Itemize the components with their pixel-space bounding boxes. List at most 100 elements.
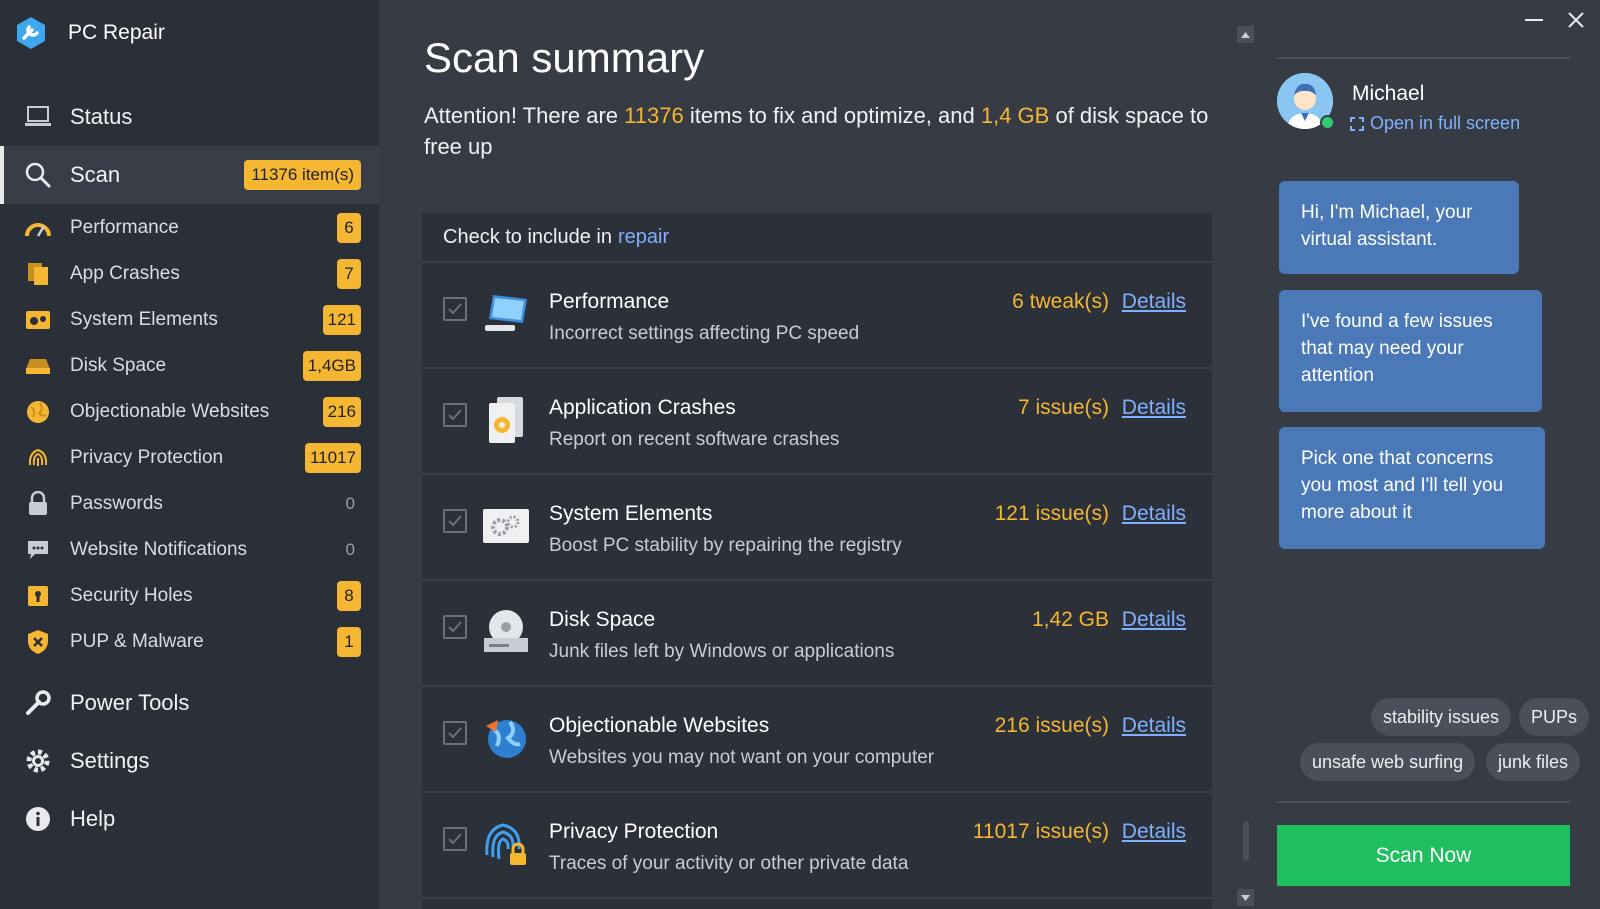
scan-results-panel: Check to include in repair Performance I…	[422, 213, 1212, 909]
nav-status-label: Status	[70, 104, 133, 129]
sidebar: PC Repair Status Scan 11376 item(s) Perf…	[0, 0, 379, 909]
scroll-up-button[interactable]	[1237, 26, 1254, 43]
divider	[1277, 57, 1570, 59]
assistant-name: Michael	[1352, 82, 1425, 105]
gears-icon	[24, 306, 52, 334]
details-link[interactable]: Details	[1122, 502, 1186, 526]
attention-text: Attention! There are 11376 items to fix …	[424, 100, 1214, 162]
sidebar-item-label: Passwords	[70, 493, 163, 514]
sidebar-item-website-notifications[interactable]: Website Notifications 0	[0, 527, 379, 573]
nav-scan-label: Scan	[70, 162, 121, 187]
row-subtitle: Boost PC stability by repairing the regi…	[549, 535, 902, 556]
divider	[1277, 801, 1570, 803]
row-count: 1,42 GB	[1031, 608, 1109, 631]
details-link[interactable]: Details	[1122, 714, 1186, 738]
monitor-icon	[479, 287, 533, 341]
include-checkbox[interactable]	[443, 721, 467, 745]
details-link[interactable]: Details	[1122, 608, 1186, 632]
chip-pups[interactable]: PUPs	[1519, 698, 1590, 736]
open-full-screen-link[interactable]: Open in full screen	[1350, 113, 1520, 134]
fingerprint-lock-icon	[479, 817, 533, 871]
app-crash-icon	[479, 393, 533, 447]
sidebar-item-objectionable-websites[interactable]: Objectionable Websites 216	[0, 389, 379, 435]
sidebar-item-privacy-protection[interactable]: Privacy Protection 11017	[0, 435, 379, 481]
row-count: 121 issue(s)	[994, 502, 1109, 525]
include-checkbox[interactable]	[443, 615, 467, 639]
sidebar-item-badge: 8	[337, 581, 361, 611]
chat-message: Hi, I'm Michael, your virtual assistant.	[1279, 181, 1519, 274]
sidebar-item-performance[interactable]: Performance 6	[0, 205, 379, 251]
sidebar-item-passwords[interactable]: Passwords 0	[0, 481, 379, 527]
sidebar-item-label: Performance	[70, 217, 179, 238]
result-row-objectionable-websites: Objectionable Websites Websites you may …	[422, 687, 1212, 793]
chip-unsafe-web-surfing[interactable]: unsafe web surfing	[1300, 743, 1476, 781]
attention-disk-space: 1,4 GB	[980, 103, 1050, 128]
sidebar-item-count: 0	[345, 540, 355, 559]
nav-help[interactable]: Help	[0, 790, 379, 848]
online-status-dot	[1320, 115, 1335, 130]
scan-count-badge: 11376 item(s)	[244, 160, 361, 190]
security-hole-icon	[24, 582, 52, 610]
globe-icon	[479, 711, 533, 765]
close-button[interactable]	[1564, 8, 1588, 32]
page-title: Scan summary	[424, 34, 705, 81]
wrench-icon	[24, 689, 52, 717]
nav-power-tools[interactable]: Power Tools	[0, 674, 379, 732]
sidebar-item-label: Security Holes	[70, 585, 193, 606]
lock-icon	[24, 490, 52, 518]
sidebar-item-security-holes[interactable]: Security Holes 8	[0, 573, 379, 619]
sidebar-item-app-crashes[interactable]: App Crashes 7	[0, 251, 379, 297]
chat-bubble-icon	[24, 536, 52, 564]
gear-icon	[24, 747, 52, 775]
scan-now-button[interactable]: Scan Now	[1277, 825, 1570, 886]
details-link[interactable]: Details	[1122, 820, 1186, 844]
sidebar-item-badge: 11017	[304, 443, 361, 473]
include-checkbox[interactable]	[443, 509, 467, 533]
sidebar-item-label: PUP & Malware	[70, 631, 204, 652]
include-checkbox[interactable]	[443, 297, 467, 321]
globe-icon	[24, 398, 52, 426]
nav-status[interactable]: Status	[0, 88, 379, 146]
nav-settings-label: Settings	[70, 748, 150, 773]
row-title: System Elements	[549, 502, 713, 525]
nav-scan[interactable]: Scan 11376 item(s)	[0, 146, 379, 204]
sidebar-item-label: Disk Space	[70, 355, 167, 376]
sidebar-item-system-elements[interactable]: System Elements 121	[0, 297, 379, 343]
speedometer-icon	[24, 214, 52, 242]
attention-middle: items to fix and optimize, and	[683, 103, 981, 128]
repair-link[interactable]: repair	[618, 226, 669, 249]
disk-icon	[479, 605, 533, 659]
row-subtitle: Traces of your activity or other private…	[549, 853, 909, 874]
chat-message: I've found a few issues that may need yo…	[1279, 290, 1542, 412]
sidebar-item-badge: 216	[322, 397, 361, 427]
sidebar-item-badge: 1,4GB	[302, 351, 361, 381]
chip-junk-files[interactable]: junk files	[1486, 743, 1581, 781]
panel-header: Check to include in repair	[422, 213, 1212, 263]
include-checkbox[interactable]	[443, 827, 467, 851]
scrollbar-thumb[interactable]	[1243, 821, 1249, 861]
minimize-button[interactable]	[1522, 8, 1546, 32]
result-row-privacy-protection: Privacy Protection Traces of your activi…	[422, 793, 1212, 899]
row-title: Application Crashes	[549, 396, 736, 419]
chip-stability-issues[interactable]: stability issues	[1371, 698, 1512, 736]
sidebar-item-pup-malware[interactable]: PUP & Malware 1	[0, 619, 379, 665]
sidebar-item-label: System Elements	[70, 309, 218, 330]
open-full-screen-label: Open in full screen	[1370, 113, 1521, 133]
fingerprint-icon	[24, 444, 52, 472]
details-link[interactable]: Details	[1122, 396, 1186, 420]
scroll-down-button[interactable]	[1237, 889, 1254, 906]
row-subtitle: Incorrect settings affecting PC speed	[549, 323, 860, 344]
nav-power-tools-label: Power Tools	[70, 690, 190, 715]
sidebar-item-label: Privacy Protection	[70, 447, 224, 468]
sidebar-item-disk-space[interactable]: Disk Space 1,4GB	[0, 343, 379, 389]
attention-prefix: Attention! There are	[424, 103, 625, 128]
nav-settings[interactable]: Settings	[0, 732, 379, 790]
result-row-application-crashes: Application Crashes Report on recent sof…	[422, 369, 1212, 475]
row-count: 216 issue(s)	[994, 714, 1109, 737]
row-count: 11017 issue(s)	[972, 820, 1109, 843]
include-checkbox[interactable]	[443, 403, 467, 427]
info-icon	[24, 805, 52, 833]
sidebar-item-badge: 7	[337, 259, 361, 289]
app-crash-icon	[24, 260, 52, 288]
details-link[interactable]: Details	[1122, 290, 1186, 314]
